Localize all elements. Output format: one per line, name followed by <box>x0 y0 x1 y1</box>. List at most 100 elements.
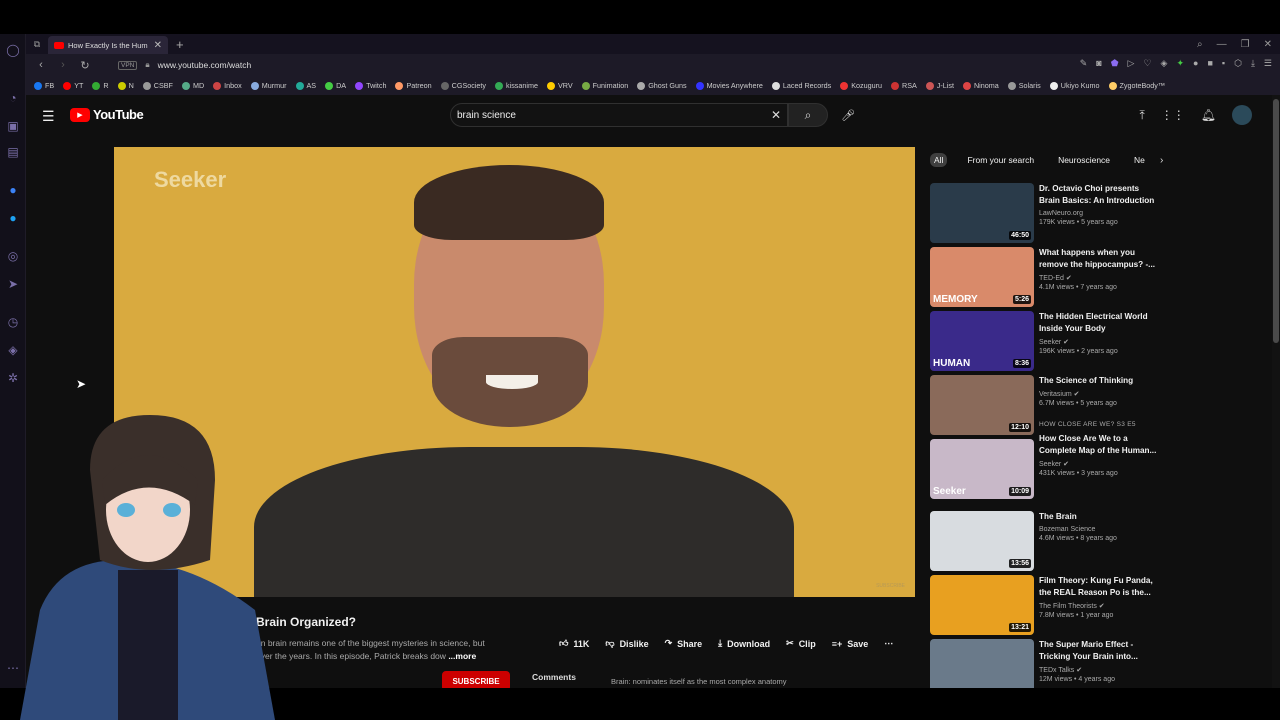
bookmark-item[interactable]: RSA <box>891 81 917 90</box>
clip-button[interactable]: ✂ Clip <box>786 638 816 649</box>
video-thumbnail[interactable]: 12:10 <box>930 375 1034 435</box>
channel-name[interactable]: Seeker ✔ <box>1039 338 1161 346</box>
channel-name[interactable]: LawNeuro.org <box>1039 210 1161 217</box>
ext-icon-3[interactable]: ● <box>1193 58 1198 69</box>
more-link[interactable]: ...more <box>448 651 476 661</box>
recommended-video[interactable]: 13:21 Film Theory: Kung Fu Panda, the REA… <box>930 575 1160 637</box>
bookmark-item[interactable]: MD <box>181 81 204 90</box>
bookmark-item[interactable]: CSBF <box>142 81 173 90</box>
hamburger-menu-icon[interactable]: ☰ <box>42 108 55 125</box>
bookmark-item[interactable]: Solaris <box>1007 81 1041 90</box>
video-thumbnail[interactable]: HUMAN 8:36 <box>930 311 1034 371</box>
video-thumbnail[interactable]: 46:50 <box>930 183 1034 243</box>
camera-icon[interactable]: ◙ <box>1096 58 1101 69</box>
youtube-logo[interactable]: ▶ YouTube <box>70 107 144 122</box>
bookmark-item[interactable]: kissanime <box>495 81 538 90</box>
video-thumbnail[interactable]: MEMORY 5:26 <box>930 247 1034 307</box>
bookmark-item[interactable]: Ukiyo Kumo <box>1049 81 1100 90</box>
recommended-video[interactable]: Seeker 10:09 HOW CLOSE ARE WE? S3 E5 How Cl… <box>930 421 1160 501</box>
back-icon[interactable]: ‹ <box>34 59 48 71</box>
bookmark-item[interactable]: FB <box>34 81 54 90</box>
bookmark-item[interactable]: DA <box>325 81 346 90</box>
shield-icon[interactable]: ⬟ <box>1111 58 1119 69</box>
url-field[interactable]: www.youtube.com/watch <box>158 60 252 70</box>
bookmark-item[interactable]: VRV <box>546 81 573 90</box>
bookmark-item[interactable]: AS <box>295 81 316 90</box>
bookmark-item[interactable]: Kozuguru <box>840 81 882 90</box>
bookmark-item[interactable]: Movies Anywhere <box>695 81 763 90</box>
close-tab-icon[interactable]: ✕ <box>154 40 162 51</box>
video-thumbnail[interactable]: 13:56 <box>930 511 1034 571</box>
ext-icon-2[interactable]: ✦ <box>1176 58 1184 69</box>
recommended-video[interactable]: HUMAN 8:36 The Hidden Electrical World Ins… <box>930 311 1160 373</box>
channel-name[interactable]: TED-Ed ✔ <box>1039 274 1161 282</box>
avatar[interactable] <box>1232 105 1252 125</box>
bookmark-item[interactable]: Laced Records <box>771 81 831 90</box>
channel-name[interactable]: Veritasium ✔ <box>1039 390 1161 398</box>
bookmark-item[interactable]: R <box>92 81 109 90</box>
send-icon[interactable]: ▷ <box>1128 58 1135 69</box>
video-thumbnail[interactable] <box>930 639 1034 688</box>
new-tab-button[interactable]: + <box>176 37 184 52</box>
reload-icon[interactable]: ↻ <box>78 59 92 72</box>
share-button[interactable]: ↷ Share <box>665 638 703 649</box>
ext-icon-5[interactable]: ▪ <box>1222 58 1225 69</box>
recommended-video[interactable]: MEMORY 5:26 What happens when you remove t… <box>930 247 1160 309</box>
bookmark-item[interactable]: Patreon <box>395 81 432 90</box>
video-title[interactable]: The Hidden Electrical World Inside Your … <box>1039 311 1161 335</box>
recommended-video[interactable]: 13:56 The Brain Bozeman Science 4.6M views … <box>930 511 1160 573</box>
clear-search-icon[interactable]: ✕ <box>771 108 781 122</box>
filter-chip[interactable]: All <box>930 153 948 167</box>
cube-icon[interactable]: ⬡ <box>1234 58 1242 69</box>
close-window-icon[interactable]: ✕ <box>1264 39 1272 50</box>
filter-chip[interactable]: Ne <box>1130 153 1149 167</box>
messenger-icon[interactable]: ● <box>5 182 21 198</box>
settings-icon[interactable]: ✲ <box>5 370 21 386</box>
download-icon[interactable]: ⤓ <box>1251 58 1255 69</box>
bookmark-item[interactable]: Twitch <box>355 81 386 90</box>
bookmark-item[interactable]: ZygoteBody™ <box>1108 81 1165 90</box>
filter-chip[interactable]: From your search <box>963 153 1038 167</box>
video-description[interactable]: an brain remains one of the biggest myst… <box>256 637 526 663</box>
bookmark-item[interactable]: Murmur <box>250 81 287 90</box>
more-icon[interactable]: ⋯ <box>5 660 21 676</box>
video-title[interactable]: The Super Mario Effect - Tricking Your B… <box>1039 639 1161 663</box>
save-button[interactable]: ≡+ Save <box>832 639 869 649</box>
search-button[interactable]: ⌕ <box>788 103 828 127</box>
filter-chip[interactable]: Neuroscience <box>1054 153 1114 167</box>
opera-logo-icon[interactable]: ◯ <box>5 42 21 58</box>
player-icon[interactable]: ◎ <box>5 248 21 264</box>
comments-heading[interactable]: Comments <box>532 672 576 682</box>
video-title[interactable]: The Science of Thinking <box>1039 375 1161 387</box>
bookmark-item[interactable]: CGSociety <box>440 81 486 90</box>
more-actions-icon[interactable]: ⋯ <box>884 638 893 649</box>
vpn-badge[interactable]: VPN <box>118 60 138 70</box>
maximize-icon[interactable]: ❐ <box>1241 39 1250 50</box>
video-title[interactable]: How Close Are We to a Complete Map of th… <box>1039 433 1161 457</box>
like-button[interactable]: 👍︎ 11K <box>559 638 589 649</box>
video-thumbnail[interactable]: Seeker 10:09 <box>930 439 1034 499</box>
scrollbar-thumb[interactable] <box>1273 99 1279 343</box>
download-button[interactable]: ⤓ Download <box>718 638 770 649</box>
heart-icon[interactable]: ♡ <box>1143 58 1151 69</box>
shopping-icon[interactable]: ▣ <box>5 118 21 134</box>
ext-icon-4[interactable]: ■ <box>1207 58 1212 69</box>
extensions-icon[interactable]: ◈ <box>5 342 21 358</box>
video-title[interactable]: The Brain <box>1039 511 1161 523</box>
history-icon[interactable]: ◷ <box>5 314 21 330</box>
recommended-video[interactable]: The Super Mario Effect - Tricking Your B… <box>930 639 1160 688</box>
search-tabs-icon[interactable]: ⌕ <box>1197 39 1203 50</box>
subscribe-button[interactable]: SUBSCRIBE <box>442 671 510 688</box>
tab-manager-icon[interactable]: ⧉ <box>26 39 48 50</box>
edit-icon[interactable]: ✎ <box>1080 58 1088 69</box>
speed-dial-icon[interactable]: ◔ <box>5 90 21 106</box>
upload-icon[interactable]: ⤒ <box>1139 108 1144 123</box>
bookmark-item[interactable]: Funimation <box>581 81 628 90</box>
video-thumbnail[interactable]: 13:21 <box>930 575 1034 635</box>
tab-active[interactable]: How Exactly Is the Hum ✕ <box>48 36 168 54</box>
ext-icon-1[interactable]: ◈ <box>1161 58 1168 69</box>
minimize-icon[interactable]: — <box>1217 39 1227 50</box>
channel-name[interactable]: The Film Theorists ✔ <box>1039 602 1161 610</box>
send-icon[interactable]: ➤ <box>5 276 21 292</box>
bookmark-item[interactable]: Inbox <box>213 81 242 90</box>
